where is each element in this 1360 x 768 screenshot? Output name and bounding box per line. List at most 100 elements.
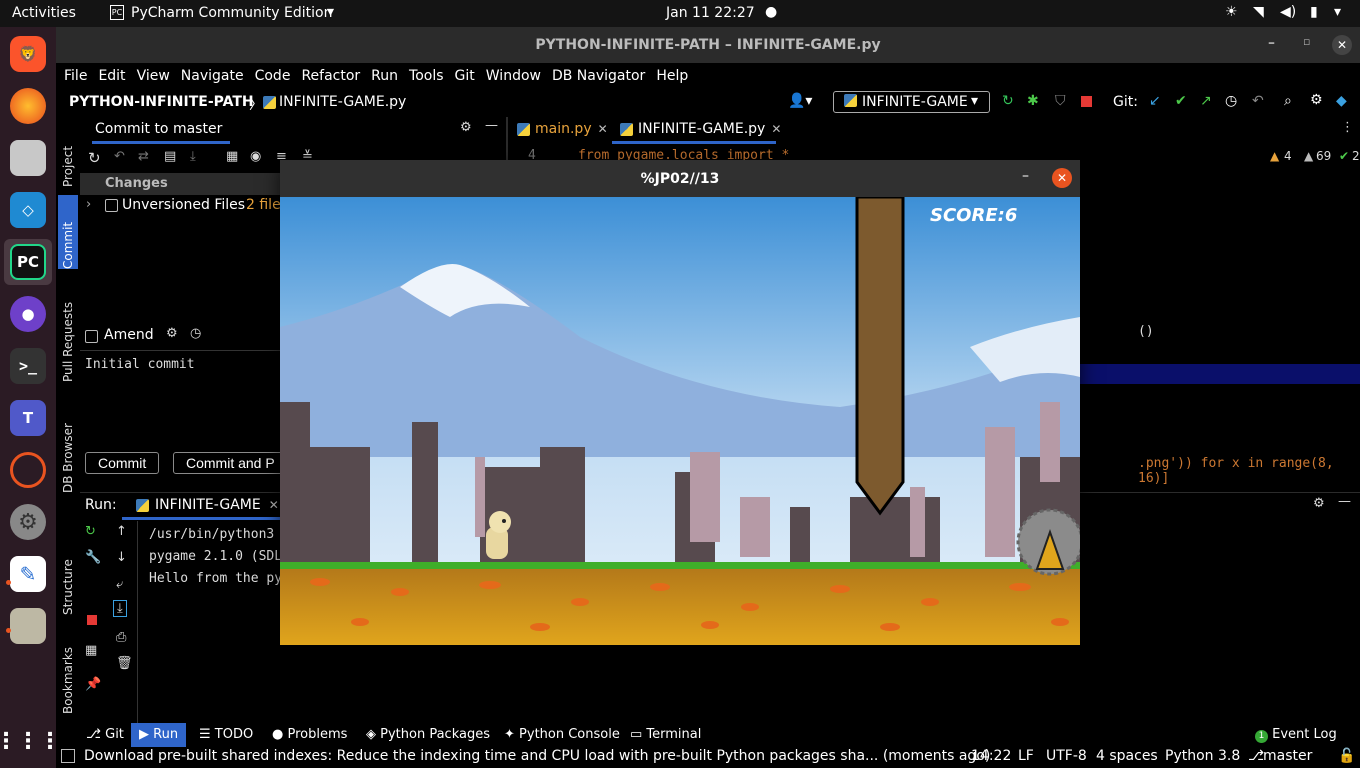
soft-wrap-icon[interactable]: ⤶ xyxy=(116,577,123,592)
menu-run[interactable]: Run xyxy=(371,68,398,84)
menu-db-navigator[interactable]: DB Navigator xyxy=(552,68,645,84)
layout-icon[interactable]: ▦ xyxy=(85,643,97,658)
ok-count[interactable]: 23 xyxy=(1352,149,1360,163)
tab-bookmarks[interactable]: Bookmarks xyxy=(58,622,78,714)
breadcrumb-file[interactable]: INFINITE-GAME.py xyxy=(279,94,406,110)
terminal-icon[interactable]: >_ xyxy=(10,348,46,384)
close-tab-icon[interactable]: ✕ xyxy=(771,122,781,136)
plugin-icon[interactable]: ◆ xyxy=(1336,93,1347,109)
arrow-down-icon[interactable]: ↓ xyxy=(116,550,127,565)
text-editor-icon[interactable]: ✎ xyxy=(10,556,46,592)
firefox-icon[interactable] xyxy=(10,88,46,124)
brave-browser-icon[interactable]: 🦁 xyxy=(10,36,46,72)
editor-tab-main[interactable]: main.py ✕ xyxy=(517,121,608,137)
close-tab-icon[interactable]: ✕ xyxy=(598,122,608,136)
status-message[interactable]: Download pre-built shared indexes: Reduc… xyxy=(84,748,990,764)
search-icon[interactable]: ⌕ xyxy=(1284,93,1292,109)
editor-tab-infinite-game[interactable]: INFINITE-GAME.py ✕ xyxy=(620,121,781,137)
minimize-icon[interactable]: – xyxy=(1022,168,1029,184)
diff-icon[interactable]: ⇄ xyxy=(138,149,149,164)
more-icon[interactable]: ⋮ xyxy=(1341,120,1354,135)
history-icon[interactable]: ◷ xyxy=(1225,93,1237,109)
gear-icon[interactable]: ⚙ xyxy=(1313,496,1325,511)
chevron-right-icon[interactable]: › xyxy=(86,197,91,212)
clock-icon[interactable]: ◷ xyxy=(190,326,201,341)
volume-icon[interactable]: ◀) xyxy=(1280,4,1296,20)
hide-panel-icon[interactable]: — xyxy=(1338,494,1351,509)
file-encoding[interactable]: UTF-8 xyxy=(1046,748,1087,764)
line-separator[interactable]: LF xyxy=(1018,748,1034,764)
run-tab[interactable]: INFINITE-GAME ✕ xyxy=(136,497,279,513)
tab-project[interactable]: Project xyxy=(58,123,78,187)
print-icon[interactable]: ⎙ xyxy=(116,630,126,645)
commit-message-input[interactable]: Initial commit xyxy=(85,357,195,372)
menu-navigate[interactable]: Navigate xyxy=(181,68,244,84)
commit-tab-title[interactable]: Commit to master xyxy=(95,121,222,137)
indent-setting[interactable]: 4 spaces xyxy=(1096,748,1158,764)
breadcrumb-project[interactable]: PYTHON-INFINITE-PATH xyxy=(69,94,254,110)
clock[interactable]: Jan 11 22:27 xyxy=(666,5,755,21)
show-apps-icon[interactable]: ⋮⋮⋮ xyxy=(0,723,61,759)
warning-count[interactable]: 4 xyxy=(1284,149,1292,163)
console-output[interactable]: /usr/bin/python3 pygame 2.1.0 (SDL Hello… xyxy=(149,524,282,590)
event-log-button[interactable]: 1 Event Log xyxy=(1255,727,1337,743)
git-branch[interactable]: master xyxy=(1263,748,1312,764)
tab-problems[interactable]: ● Problems xyxy=(272,727,347,742)
tab-pull-requests[interactable]: Pull Requests xyxy=(58,282,78,382)
settings-icon[interactable]: ⚙ xyxy=(10,504,46,540)
rollback-icon[interactable]: ↶ xyxy=(1252,93,1264,109)
git-update-icon[interactable]: ↙ xyxy=(1149,93,1161,109)
vscode-icon[interactable]: ◇ xyxy=(10,192,46,228)
menu-file[interactable]: File xyxy=(64,68,87,84)
tab-db-browser[interactable]: DB Browser xyxy=(58,397,78,493)
tab-run[interactable]: ▶ Run xyxy=(131,723,187,747)
pycharm-dock-icon[interactable]: PC xyxy=(10,244,46,280)
menu-git[interactable]: Git xyxy=(455,68,475,84)
tab-terminal[interactable]: ▭ Terminal xyxy=(630,727,701,742)
changelist-icon[interactable]: ▤ xyxy=(164,149,176,164)
chevron-down-icon[interactable]: ▾ xyxy=(1334,4,1341,20)
menu-view[interactable]: View xyxy=(137,68,170,84)
python-interpreter[interactable]: Python 3.8 xyxy=(1165,748,1240,764)
rerun-icon[interactable]: ↻ xyxy=(85,524,96,539)
close-tab-icon[interactable]: ✕ xyxy=(269,498,279,512)
trash-icon[interactable]: 🗑 xyxy=(116,656,133,671)
menu-code[interactable]: Code xyxy=(255,68,291,84)
tab-commit[interactable]: Commit xyxy=(58,195,78,269)
activities-button[interactable]: Activities xyxy=(12,5,76,21)
game-canvas[interactable]: SCORE:6 xyxy=(280,197,1080,645)
menu-refactor[interactable]: Refactor xyxy=(301,68,360,84)
caret-position[interactable]: 14:22 xyxy=(971,748,1011,764)
menu-edit[interactable]: Edit xyxy=(98,68,125,84)
tab-python-packages[interactable]: ◈ Python Packages xyxy=(366,727,490,742)
debug-icon[interactable]: ✱ xyxy=(1027,93,1039,109)
minimize-icon[interactable]: – xyxy=(1268,35,1275,51)
amend-checkbox[interactable] xyxy=(85,330,98,343)
unversioned-files-label[interactable]: Unversioned Files xyxy=(122,197,245,213)
battery-icon[interactable]: ▮ xyxy=(1310,4,1318,20)
group-by-icon[interactable]: ▦ xyxy=(226,149,238,164)
scroll-to-end-icon[interactable]: ⤓ xyxy=(113,600,127,617)
close-icon[interactable]: ✕ xyxy=(1052,168,1072,188)
github-desktop-icon[interactable]: ● xyxy=(10,296,46,332)
gear-icon[interactable]: ⚙ xyxy=(460,120,472,135)
hide-panel-icon[interactable]: — xyxy=(485,118,498,133)
tab-structure[interactable]: Structure xyxy=(58,531,78,615)
app-menu[interactable]: PyCharm Community Edition xyxy=(131,5,332,21)
menu-window[interactable]: Window xyxy=(486,68,541,84)
stop-icon[interactable] xyxy=(1081,96,1092,107)
user-icon[interactable]: 👤▾ xyxy=(788,93,812,109)
maximize-icon[interactable]: ▫ xyxy=(1303,35,1310,48)
amend-label[interactable]: Amend xyxy=(104,327,154,343)
archive-icon[interactable] xyxy=(10,608,46,644)
run-config-select[interactable]: INFINITE-GAME ▾ xyxy=(833,91,990,113)
menu-tools[interactable]: Tools xyxy=(409,68,444,84)
arrow-up-icon[interactable]: ↑ xyxy=(116,524,127,539)
gear-icon[interactable]: ⚙ xyxy=(1310,92,1323,108)
wifi-icon[interactable]: ◥ xyxy=(1253,4,1264,20)
tab-todo[interactable]: ☰ TODO xyxy=(199,727,253,742)
pin-icon[interactable]: 📌 xyxy=(85,677,101,692)
weak-warning-count[interactable]: 69 xyxy=(1316,149,1331,163)
rerun-icon[interactable]: ↻ xyxy=(1002,93,1014,109)
brightness-icon[interactable]: ☀ xyxy=(1225,4,1238,20)
